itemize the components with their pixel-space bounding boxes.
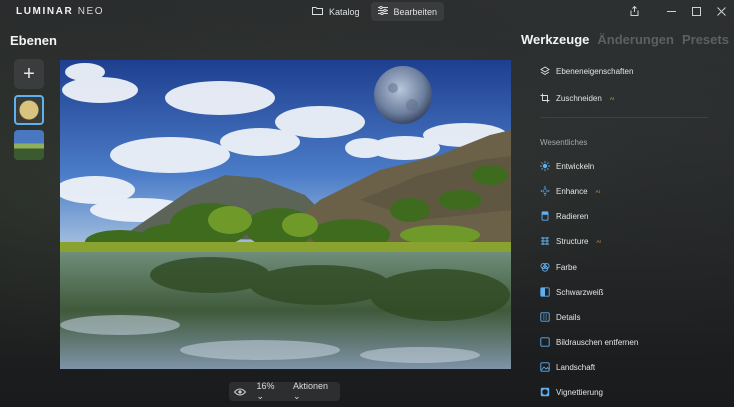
maximize-icon[interactable] [684,0,709,22]
palette-icon [540,262,550,272]
plus-icon: + [23,62,35,85]
tool-zuschneiden[interactable]: Zuschneiden AI [540,93,614,103]
minimize-icon[interactable] [659,0,684,22]
tool-label: Vignettierung [556,387,603,397]
tool-label: Ebeneneigenschaften [556,66,634,76]
close-icon[interactable] [709,0,734,22]
eraser-icon [540,211,550,221]
tool-farbe[interactable]: Farbe [540,262,577,272]
ai-badge: AI [609,95,615,101]
tab-katalog-label: Katalog [329,6,360,17]
tool-label: Entwickeln [556,161,595,171]
tool-landschaft[interactable]: Landschaft [540,362,595,372]
sun-icon [540,161,550,171]
tool-enhance[interactable]: Enhance AI [540,186,600,196]
tab-bearbeiten[interactable]: Bearbeiten [370,2,445,21]
share-icon[interactable] [622,0,647,22]
tab-aenderungen[interactable]: Änderungen [597,32,674,47]
layer-thumbnail-landscape[interactable] [14,130,44,160]
ai-badge: AI [595,188,600,194]
tool-bildrauschen-entfernen[interactable]: Bildrauschen entfernen [540,337,638,347]
layers-icon [540,66,550,76]
actions-label: Aktionen [292,381,328,391]
ai-badge: AI [596,238,601,244]
landscape-photo [60,60,511,369]
chevron-down-icon: ⌄ [256,391,265,401]
tool-label: Zuschneiden [556,93,602,103]
crop-icon [540,93,550,103]
divider [540,117,708,118]
tool-vignettierung[interactable]: Vignettierung [540,387,603,397]
tool-structure[interactable]: Structure AI [540,236,601,246]
right-panel-tabs: Werkzeuge Änderungen Presets [521,32,729,47]
tab-katalog[interactable]: Katalog [305,2,367,21]
tool-label: Farbe [556,262,577,272]
tool-entwickeln[interactable]: Entwickeln [540,161,594,171]
chevron-down-icon: ⌄ [292,391,301,401]
landscape-icon [540,362,550,372]
zoom-value: 16% [256,381,275,391]
tool-label: Radieren [556,211,589,221]
folder-icon [312,6,323,17]
section-label-wesentliches: Wesentliches [540,138,588,147]
tool-ebeneneigenschaften[interactable]: Ebeneneigenschaften [540,66,633,76]
tab-bearbeiten-label: Bearbeiten [393,6,438,17]
tool-label: Structure [556,236,589,246]
add-layer-button[interactable]: + [14,59,44,89]
tool-label: Landschaft [556,362,596,372]
actions-menu[interactable]: Aktionen ⌄ [290,381,340,402]
tab-werkzeuge[interactable]: Werkzeuge [521,32,589,47]
image-canvas[interactable] [60,60,511,369]
vignette-icon [540,387,550,397]
zoom-select[interactable]: 16% ⌄ [251,381,290,402]
tool-label: Bildrauschen entfernen [556,337,639,347]
layers-title: Ebenen [10,33,57,48]
tool-schwarzweiss[interactable]: Schwarzweiß [540,287,604,297]
tool-label: Details [556,312,581,322]
sliders-icon [377,5,388,17]
bottom-toolbar: 16% ⌄ Aktionen ⌄ [229,381,340,402]
tool-label: Enhance [556,186,588,196]
window-controls [622,0,734,22]
details-icon [540,312,550,322]
sparkle-icon [540,186,550,196]
title-bar: LUMINAR NEO Katalog Bearbeiten [0,0,734,24]
app-logo: LUMINAR NEO [16,6,104,17]
eye-icon[interactable] [229,388,251,396]
logo-main: LUMINAR [16,6,74,17]
logo-suffix: NEO [77,6,105,17]
tool-label: Schwarzweiß [556,287,604,297]
tool-details[interactable]: Details [540,312,580,322]
tab-presets[interactable]: Presets [682,32,729,47]
structure-icon [540,236,550,246]
denoise-icon [540,337,550,347]
tool-radieren[interactable]: Radieren [540,211,588,221]
layer-thumbnail-moon[interactable] [14,95,44,125]
mode-tabs: Katalog Bearbeiten [305,2,445,21]
bw-icon [540,287,550,297]
